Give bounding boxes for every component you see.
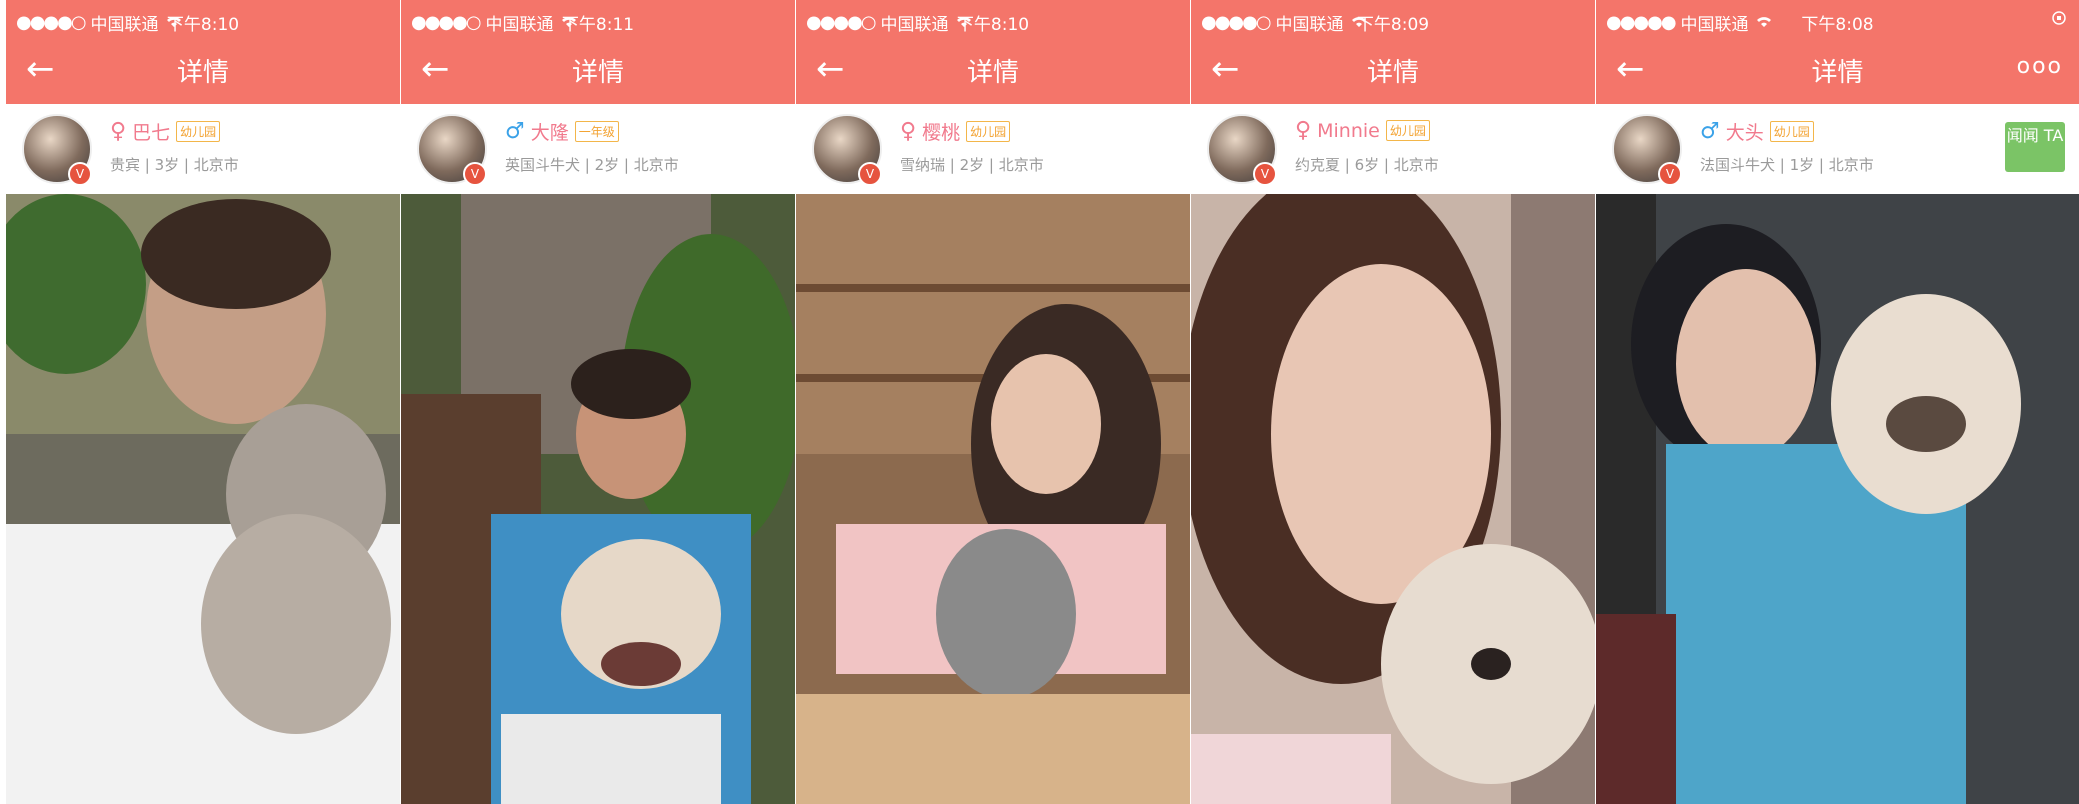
grade-tag: 幼儿园 (1385, 120, 1430, 141)
female-icon: ♀ (110, 119, 127, 144)
status-bar: ●●●●○ 中国联通 下午8:11 (401, 0, 795, 44)
phone-screen-3: ●●●●○ 中国联通 下午8:10 ← 详情 V ♀ 樱桃 幼儿园 雪纳瑞 | … (796, 0, 1190, 804)
nav-bar: ●●●●○ 中国联通 下午8:09 ← 详情 (1191, 0, 1595, 104)
pet-profile-header[interactable]: V ♀ 巴七 幼儿园 贵宾 | 3岁 | 北京市 (6, 104, 400, 194)
pet-info: 贵宾 | 3岁 | 北京市 (110, 156, 239, 174)
verified-badge-icon: V (68, 162, 92, 186)
clock: 下午8:10 (166, 15, 240, 35)
grade-tag: 一年级 (574, 121, 619, 142)
male-icon: ♂ (505, 119, 525, 144)
phone-screen-2: ●●●●○ 中国联通 下午8:11 ← 详情 V ♂ 大隆 一年级 英国斗牛犬 … (401, 0, 795, 804)
pet-name: Minnie (1317, 119, 1380, 142)
more-icon[interactable]: ooo (2017, 54, 2063, 79)
phone-screen-1: ●●●●○ 中国联通 下午8:10 ← 详情 V ♀ 巴七 幼儿园 贵宾 | 3… (6, 0, 400, 804)
orientation-lock-icon (2051, 10, 2067, 30)
pet-name: 樱桃 (922, 122, 961, 144)
clock: 下午8:09 (1356, 15, 1430, 35)
pet-profile-header[interactable]: V ♀ Minnie 幼儿园 约克夏 | 6岁 | 北京市 (1191, 104, 1595, 194)
male-icon: ♂ (1700, 119, 1720, 144)
pet-info: 法国斗牛犬 | 1岁 | 北京市 (1700, 156, 1874, 174)
grade-tag: 幼儿园 (176, 121, 221, 142)
pet-photo[interactable] (401, 194, 795, 804)
nav-bar: ●●●●○ 中国联通 下午8:10 ← 详情 (796, 0, 1190, 104)
pet-name: 巴七 (132, 122, 171, 144)
verified-badge-icon: V (858, 162, 882, 186)
nav-bar: ●●●●○ 中国联通 下午8:10 ← 详情 (6, 0, 400, 104)
status-bar: ●●●●○ 中国联通 下午8:10 (796, 0, 1190, 44)
verified-badge-icon: V (463, 162, 487, 186)
pet-photo[interactable] (1191, 194, 1595, 804)
verified-badge-icon: V (1253, 162, 1277, 186)
phone-screen-4: ●●●●○ 中国联通 下午8:09 ← 详情 V ♀ Minnie 幼儿园 约克… (1191, 0, 1595, 804)
pet-info: 英国斗牛犬 | 2岁 | 北京市 (505, 156, 679, 174)
screenshot-strip: ●●●●○ 中国联通 下午8:10 ← 详情 V ♀ 巴七 幼儿园 贵宾 | 3… (0, 0, 2079, 804)
nav-bar: ●●●●● 中国联通 下午8:08 ← 详情 ooo (1596, 0, 2079, 104)
grade-tag: 幼儿园 (966, 121, 1011, 142)
page-title: 详情 (1366, 58, 1419, 88)
verified-badge-icon: V (1658, 162, 1682, 186)
status-bar: ●●●●○ 中国联通 下午8:09 (1191, 0, 1595, 44)
nav-bar: ●●●●○ 中国联通 下午8:11 ← 详情 (401, 0, 795, 104)
clock: 下午8:08 (1801, 15, 1874, 35)
pet-profile-header[interactable]: V ♂ 大隆 一年级 英国斗牛犬 | 2岁 | 北京市 (401, 104, 795, 194)
phone-screen-5: ●●●●● 中国联通 下午8:08 ← 详情 ooo V ♂ 大头 幼儿园 法国… (1596, 0, 2079, 804)
female-icon: ♀ (1295, 118, 1312, 143)
page-title: 详情 (571, 58, 624, 88)
status-bar: ●●●●○ 中国联通 下午8:10 (6, 0, 400, 44)
page-title: 详情 (1811, 58, 1864, 88)
pet-name: 大隆 (530, 122, 569, 144)
pet-photo[interactable] (1596, 194, 2079, 804)
pet-name: 大头 (1725, 122, 1764, 144)
pet-photo[interactable] (796, 194, 1190, 804)
pet-profile-header[interactable]: V ♀ 樱桃 幼儿园 雪纳瑞 | 2岁 | 北京市 (796, 104, 1190, 194)
page-title: 详情 (966, 58, 1019, 88)
page-title: 详情 (176, 58, 229, 88)
pet-info: 雪纳瑞 | 2岁 | 北京市 (900, 156, 1044, 174)
status-bar: ●●●●● 中国联通 下午8:08 (1596, 0, 2079, 44)
clock: 下午8:10 (956, 15, 1030, 35)
sniff-button[interactable]: 闻闻 TA (2005, 122, 2065, 172)
grade-tag: 幼儿园 (1769, 121, 1814, 142)
pet-info: 约克夏 | 6岁 | 北京市 (1295, 156, 1439, 174)
pet-photo[interactable] (6, 194, 400, 804)
clock: 下午8:11 (561, 15, 635, 35)
female-icon: ♀ (900, 119, 917, 144)
pet-profile-header[interactable]: V ♂ 大头 幼儿园 法国斗牛犬 | 1岁 | 北京市 闻闻 TA (1596, 104, 2079, 194)
